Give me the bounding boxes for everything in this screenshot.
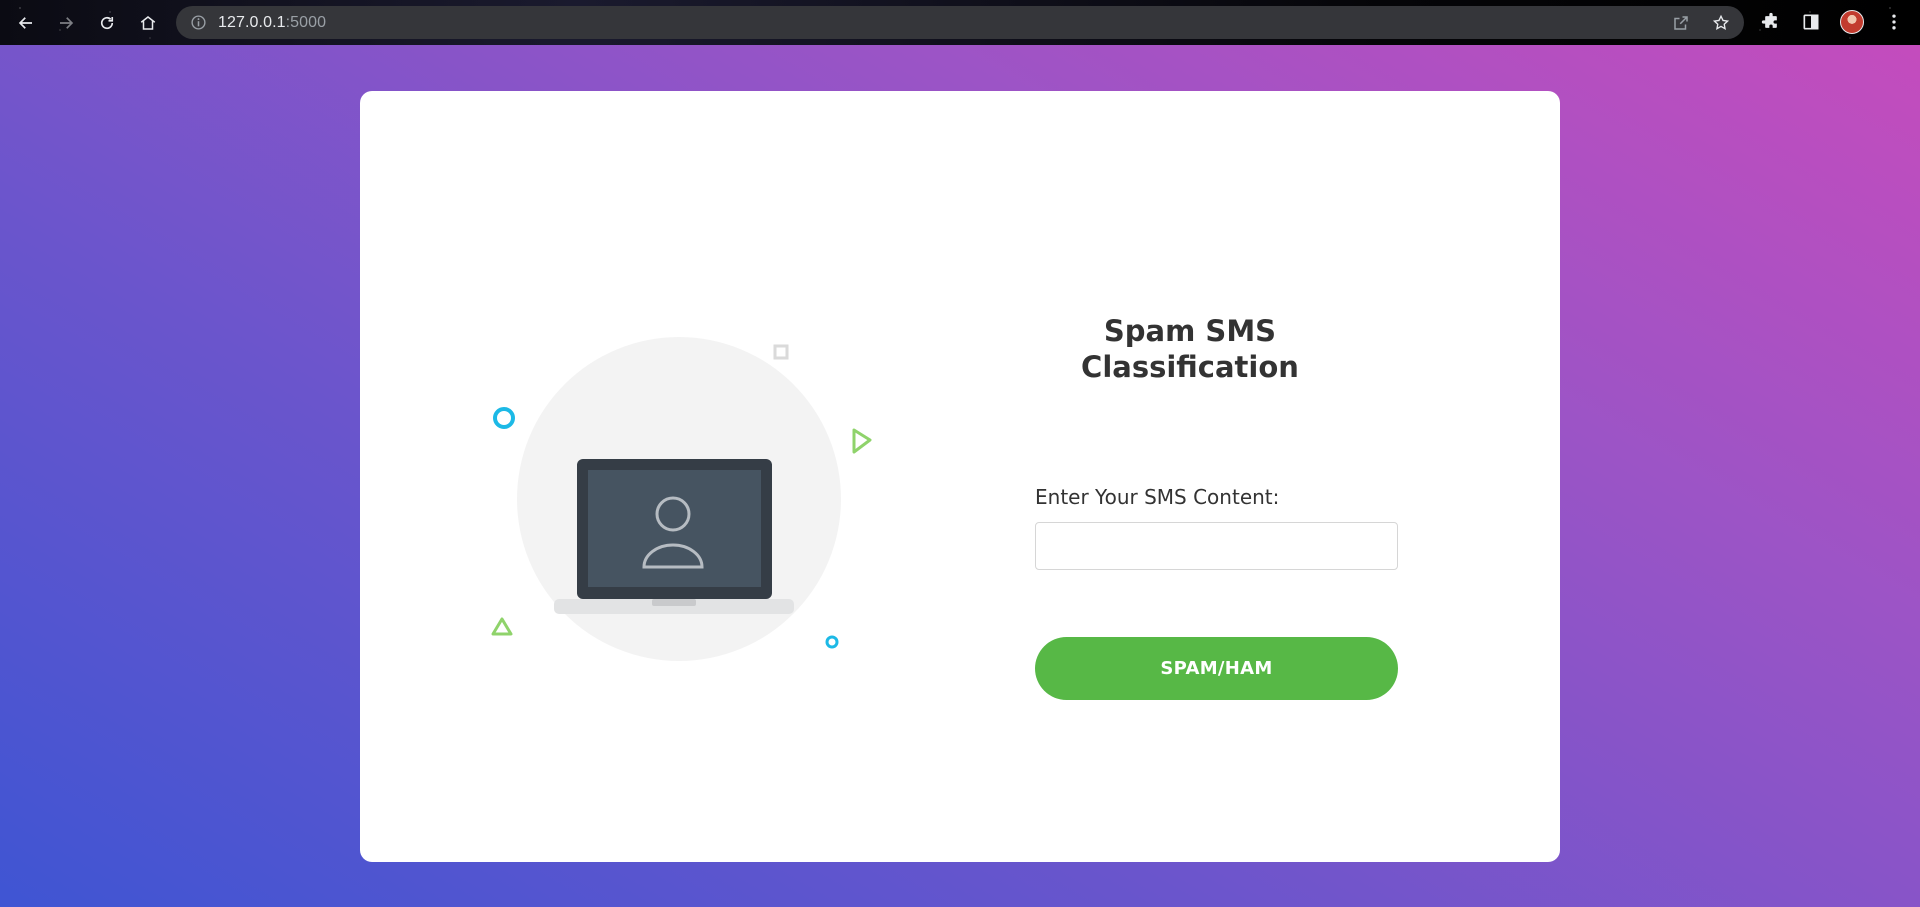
- spam-ham-button[interactable]: SPAM/HAM: [1035, 637, 1398, 700]
- profile-avatar-icon[interactable]: [1840, 10, 1864, 34]
- puzzle-icon[interactable]: [1757, 8, 1785, 36]
- star-icon[interactable]: [1712, 14, 1730, 32]
- url-text: 127.0.0.1:5000: [218, 14, 326, 32]
- url-port: :5000: [285, 14, 327, 31]
- laptop-notch: [652, 599, 696, 606]
- reload-icon[interactable]: [92, 8, 122, 38]
- small-blue-ring-icon: [825, 635, 839, 649]
- forward-arrow-icon[interactable]: [51, 8, 81, 38]
- home-icon[interactable]: [133, 8, 163, 38]
- url-host: 127.0.0.1: [218, 14, 286, 31]
- avatar[interactable]: [1838, 8, 1866, 36]
- page-background: Spam SMS Classification Enter Your SMS C…: [0, 45, 1920, 907]
- page-title: Spam SMS Classification: [1010, 313, 1370, 385]
- laptop-illustration: [480, 301, 900, 681]
- share-icon[interactable]: [1672, 14, 1690, 32]
- address-bar[interactable]: 127.0.0.1:5000: [176, 6, 1744, 39]
- title-line-2: Classification: [1081, 350, 1299, 384]
- green-play-triangle-icon: [852, 428, 872, 454]
- side-panel-icon[interactable]: [1797, 8, 1825, 36]
- green-triangle-icon: [491, 617, 513, 636]
- back-arrow-icon[interactable]: [11, 8, 41, 38]
- sms-content-input[interactable]: [1035, 522, 1398, 570]
- small-square-icon: [773, 344, 789, 360]
- info-icon[interactable]: [190, 14, 207, 31]
- title-line-1: Spam SMS: [1103, 314, 1277, 348]
- kebab-menu-icon[interactable]: [1880, 8, 1908, 36]
- sms-content-label: Enter Your SMS Content:: [1035, 485, 1280, 509]
- browser-toolbar: 127.0.0.1:5000: [0, 0, 1920, 45]
- form-card: Spam SMS Classification Enter Your SMS C…: [360, 91, 1560, 862]
- blue-ring-icon: [493, 407, 515, 429]
